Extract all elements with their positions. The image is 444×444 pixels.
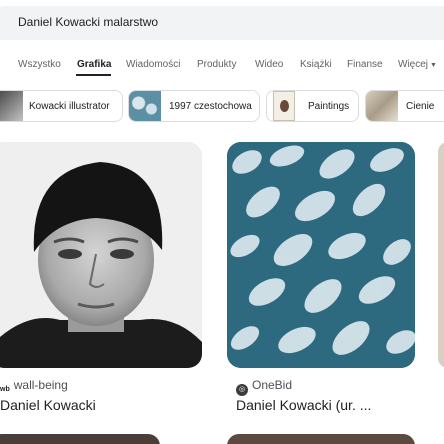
result-title[interactable]: Daniel Kowacki (ur. ...	[236, 397, 371, 413]
chip-1997-czestochowa[interactable]: 1997 czestochowa	[128, 90, 260, 122]
onebid-icon: ◎	[236, 384, 248, 396]
chip-paintings[interactable]: Paintings	[266, 90, 359, 122]
portrait-image	[0, 142, 202, 368]
tab-finanse[interactable]: Finanse	[347, 59, 383, 70]
result-image-next-row[interactable]	[0, 434, 160, 444]
chip-label: Kowacki illustrator	[29, 101, 110, 112]
result-image-partial[interactable]	[438, 142, 444, 368]
chip-kowacki-illustrator[interactable]: Kowacki illustrator	[0, 90, 123, 122]
result-image-painting[interactable]	[227, 142, 415, 368]
tab-ksiazki[interactable]: Książki	[300, 59, 332, 70]
chip-label: Cienie	[406, 101, 435, 112]
chip-thumbnail	[273, 91, 295, 121]
tab-wideo[interactable]: Wideo	[255, 59, 283, 70]
search-input[interactable]: Daniel Kowacki malarstwo	[18, 15, 158, 29]
tab-wszystko[interactable]: Wszystko	[18, 59, 61, 70]
tab-grafika[interactable]: Grafika	[77, 59, 111, 70]
result-source-label: OneBid	[252, 378, 293, 392]
result-source[interactable]: ◎ OneBid	[236, 378, 292, 396]
chip-thumbnail	[0, 91, 23, 121]
result-image-portrait[interactable]	[0, 142, 202, 368]
chip-thumbnail	[366, 91, 398, 121]
chevron-down-icon: ▼	[430, 62, 437, 69]
result-image-next-row[interactable]	[227, 434, 415, 444]
result-source-label: wall-being	[13, 378, 68, 392]
tab-wiecej[interactable]: Więcej ▼	[398, 59, 437, 70]
wall-being-icon: wb	[0, 384, 10, 396]
tab-wiadomosci[interactable]: Wiadomości	[126, 59, 180, 70]
result-source[interactable]: wb wall-being	[0, 378, 68, 396]
chip-label: 1997 czestochowa	[169, 101, 252, 112]
tab-produkty[interactable]: Produkty	[197, 59, 236, 70]
chip-cienie[interactable]: Cienie	[365, 90, 444, 122]
search-tabs: Wszystko Grafika Wiadomości Produkty Wid…	[0, 54, 444, 76]
chip-thumbnail	[129, 91, 161, 121]
painting-image	[227, 142, 415, 368]
active-tab-indicator	[76, 74, 111, 76]
chip-label: Paintings	[308, 101, 350, 112]
tab-wiecej-label: Więcej	[398, 59, 429, 70]
result-title[interactable]: Daniel Kowacki	[0, 397, 96, 413]
